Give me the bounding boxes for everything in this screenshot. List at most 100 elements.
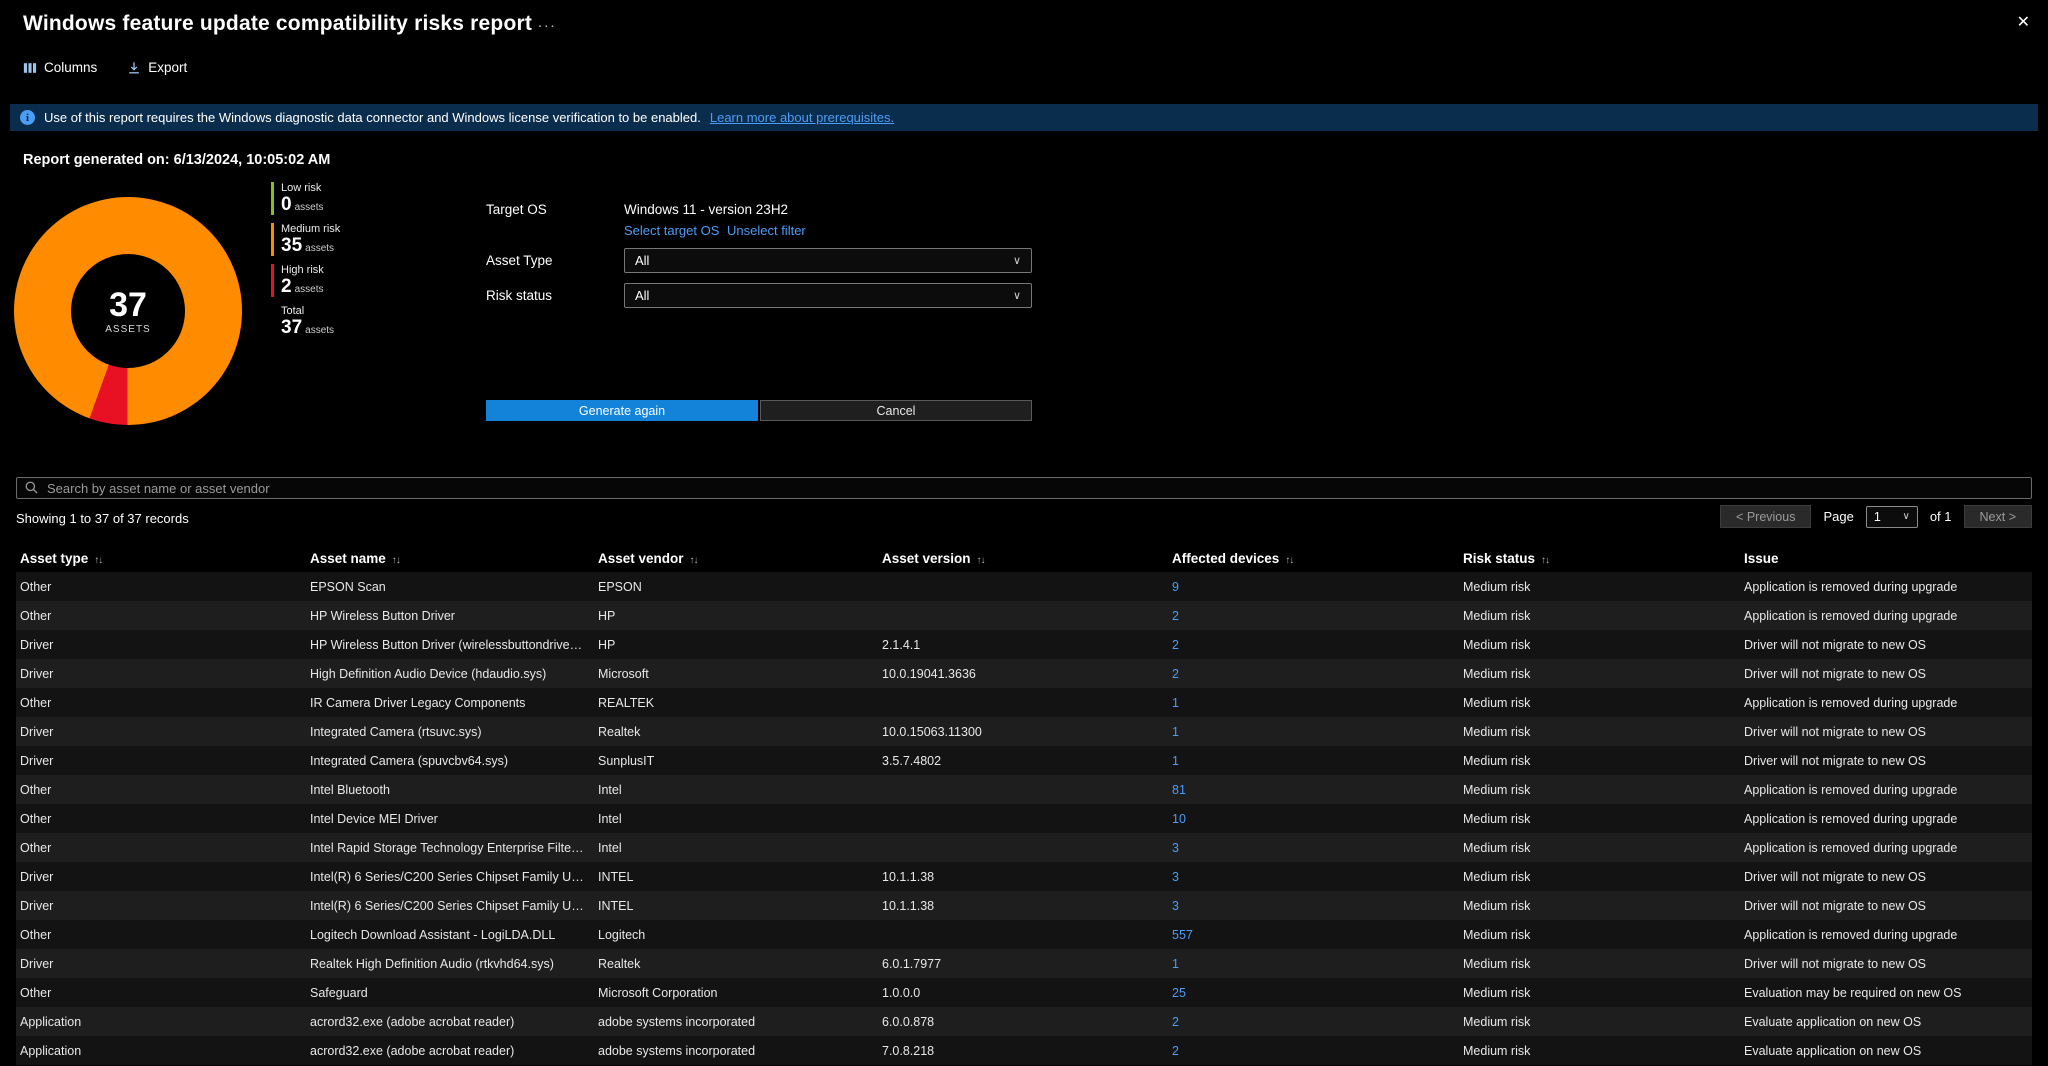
- cell-asset-name: IR Camera Driver Legacy Components: [310, 695, 526, 710]
- cell-asset-name: Logitech Download Assistant - LogiLDA.DL…: [310, 927, 556, 942]
- legend-item-value: 35 assets: [281, 235, 335, 256]
- cell-asset-type: Other: [20, 840, 52, 855]
- cell-asset-version: 10.1.1.38: [882, 869, 935, 884]
- cell-asset-type: Other: [20, 608, 52, 623]
- cell-asset-vendor: Realtek: [598, 956, 641, 971]
- cell-issue: Driver will not migrate to new OS: [1744, 724, 1927, 739]
- cell-risk-status: Medium risk: [1463, 782, 1531, 797]
- cell-asset-name: Intel(R) 6 Series/C200 Series Chipset Fa…: [310, 869, 598, 884]
- asset-type-dropdown[interactable]: All ∨: [624, 248, 1032, 273]
- cell-asset-type: Driver: [20, 898, 54, 913]
- column-header-issue[interactable]: Issue: [1744, 551, 2032, 566]
- column-header-label: Asset name: [310, 550, 386, 566]
- page-title: Windows feature update compatibility ris…: [23, 12, 533, 35]
- affected-devices-link[interactable]: 1: [1172, 754, 1179, 768]
- cell-asset-type: Driver: [20, 637, 54, 652]
- risk-status-dropdown[interactable]: All ∨: [624, 283, 1032, 308]
- affected-devices-link[interactable]: 2: [1172, 609, 1179, 623]
- affected-devices-link[interactable]: 3: [1172, 841, 1179, 855]
- cell-affected-devices: 2: [1172, 638, 1463, 652]
- column-header-affected-devices[interactable]: Affected devices ↑↓: [1172, 551, 1463, 566]
- affected-devices-link[interactable]: 1: [1172, 725, 1179, 739]
- table-row: Driver Intel(R) 6 Series/C200 Series Chi…: [16, 891, 2032, 920]
- more-options-icon[interactable]: ...: [538, 14, 557, 31]
- table-header-row: Asset type ↑↓ Asset name ↑↓ Asset vendor ↑↓ As…: [16, 544, 2032, 572]
- risk-status-selected-value: All: [635, 288, 650, 303]
- close-icon[interactable]: ✕: [2017, 12, 2030, 32]
- cell-asset-name: acrord32.exe (adobe acrobat reader): [310, 1014, 515, 1029]
- affected-devices-link[interactable]: 557: [1172, 928, 1193, 942]
- cell-affected-devices: 2: [1172, 609, 1463, 623]
- search-bar: [16, 477, 2032, 499]
- cell-affected-devices: 1: [1172, 754, 1463, 768]
- affected-devices-link[interactable]: 3: [1172, 899, 1179, 913]
- column-header-label: Issue: [1744, 550, 1779, 566]
- cell-asset-name: Safeguard: [310, 985, 368, 1000]
- search-input[interactable]: [16, 477, 2032, 499]
- cell-asset-vendor: HP: [598, 608, 616, 623]
- cell-asset-name: Integrated Camera (spuvcbv64.sys): [310, 753, 509, 768]
- legend-item-value: 2 assets: [281, 276, 324, 297]
- affected-devices-link[interactable]: 2: [1172, 1015, 1179, 1029]
- legend-item: Low risk 0 assets: [271, 182, 340, 215]
- chevron-down-icon: ∨: [1902, 511, 1910, 522]
- select-target-os-link[interactable]: Select target OS: [624, 223, 719, 238]
- cell-risk-status: Medium risk: [1463, 898, 1531, 913]
- cell-asset-type: Other: [20, 782, 52, 797]
- cell-issue: Driver will not migrate to new OS: [1744, 753, 1927, 768]
- cell-asset-type: Driver: [20, 956, 54, 971]
- cell-risk-status: Medium risk: [1463, 753, 1531, 768]
- legend-item: High risk 2 assets: [271, 264, 340, 297]
- cell-asset-vendor: adobe systems incorporated: [598, 1014, 756, 1029]
- column-header-label: Affected devices: [1172, 550, 1280, 566]
- learn-more-link[interactable]: Learn more about prerequisites.: [710, 110, 894, 125]
- affected-devices-link[interactable]: 25: [1172, 986, 1186, 1000]
- affected-devices-link[interactable]: 1: [1172, 696, 1179, 710]
- cell-risk-status: Medium risk: [1463, 724, 1531, 739]
- cell-issue: Application is removed during upgrade: [1744, 840, 1958, 855]
- next-page-button[interactable]: Next >: [1963, 505, 2032, 528]
- export-button[interactable]: Export: [127, 60, 187, 75]
- table-row: Other Safeguard Microsoft Corporation 1.…: [16, 978, 2032, 1007]
- sort-icon: ↑↓: [689, 554, 699, 566]
- column-header-label: Asset type: [20, 550, 89, 566]
- cell-risk-status: Medium risk: [1463, 927, 1531, 942]
- affected-devices-link[interactable]: 2: [1172, 667, 1179, 681]
- column-header-asset-version[interactable]: Asset version ↑↓: [882, 551, 1172, 566]
- cell-asset-type: Application: [20, 1043, 82, 1058]
- column-header-asset-name[interactable]: Asset name ↑↓: [310, 551, 598, 566]
- previous-page-button[interactable]: < Previous: [1720, 505, 1812, 528]
- cell-asset-vendor: adobe systems incorporated: [598, 1043, 756, 1058]
- cell-asset-version: 2.1.4.1: [882, 637, 921, 652]
- affected-devices-link[interactable]: 2: [1172, 638, 1179, 652]
- cell-risk-status: Medium risk: [1463, 956, 1531, 971]
- cell-risk-status: Medium risk: [1463, 637, 1531, 652]
- column-header-asset-vendor[interactable]: Asset vendor ↑↓: [598, 551, 882, 566]
- columns-button[interactable]: Columns: [23, 60, 97, 75]
- generate-again-button[interactable]: Generate again: [486, 400, 758, 421]
- cell-affected-devices: 2: [1172, 1044, 1463, 1058]
- affected-devices-link[interactable]: 81: [1172, 783, 1186, 797]
- cancel-button[interactable]: Cancel: [760, 400, 1032, 421]
- affected-devices-link[interactable]: 2: [1172, 1044, 1179, 1058]
- donut-center-label: ASSETS: [105, 323, 151, 335]
- risk-donut-chart: 37 ASSETS: [14, 197, 242, 425]
- affected-devices-link[interactable]: 10: [1172, 812, 1186, 826]
- column-header-asset-type[interactable]: Asset type ↑↓: [20, 551, 310, 566]
- cell-issue: Evaluate application on new OS: [1744, 1014, 1922, 1029]
- unselect-filter-link[interactable]: Unselect filter: [727, 223, 806, 238]
- cell-asset-type: Other: [20, 811, 52, 826]
- column-header-risk-status[interactable]: Risk status ↑↓: [1463, 551, 1744, 566]
- affected-devices-link[interactable]: 3: [1172, 870, 1179, 884]
- table-row: Driver HP Wireless Button Driver (wirele…: [16, 630, 2032, 659]
- pagination: < Previous Page 1 ∨ of 1 Next >: [1720, 505, 2032, 528]
- column-header-label: Asset version: [882, 550, 971, 566]
- target-os-label: Target OS: [486, 202, 547, 217]
- cell-issue: Application is removed during upgrade: [1744, 811, 1958, 826]
- table-row: Driver High Definition Audio Device (hda…: [16, 659, 2032, 688]
- cell-affected-devices: 10: [1172, 812, 1463, 826]
- page-number-select[interactable]: 1 ∨: [1865, 505, 1918, 528]
- affected-devices-link[interactable]: 9: [1172, 580, 1179, 594]
- cell-issue: Application is removed during upgrade: [1744, 608, 1958, 623]
- affected-devices-link[interactable]: 1: [1172, 957, 1179, 971]
